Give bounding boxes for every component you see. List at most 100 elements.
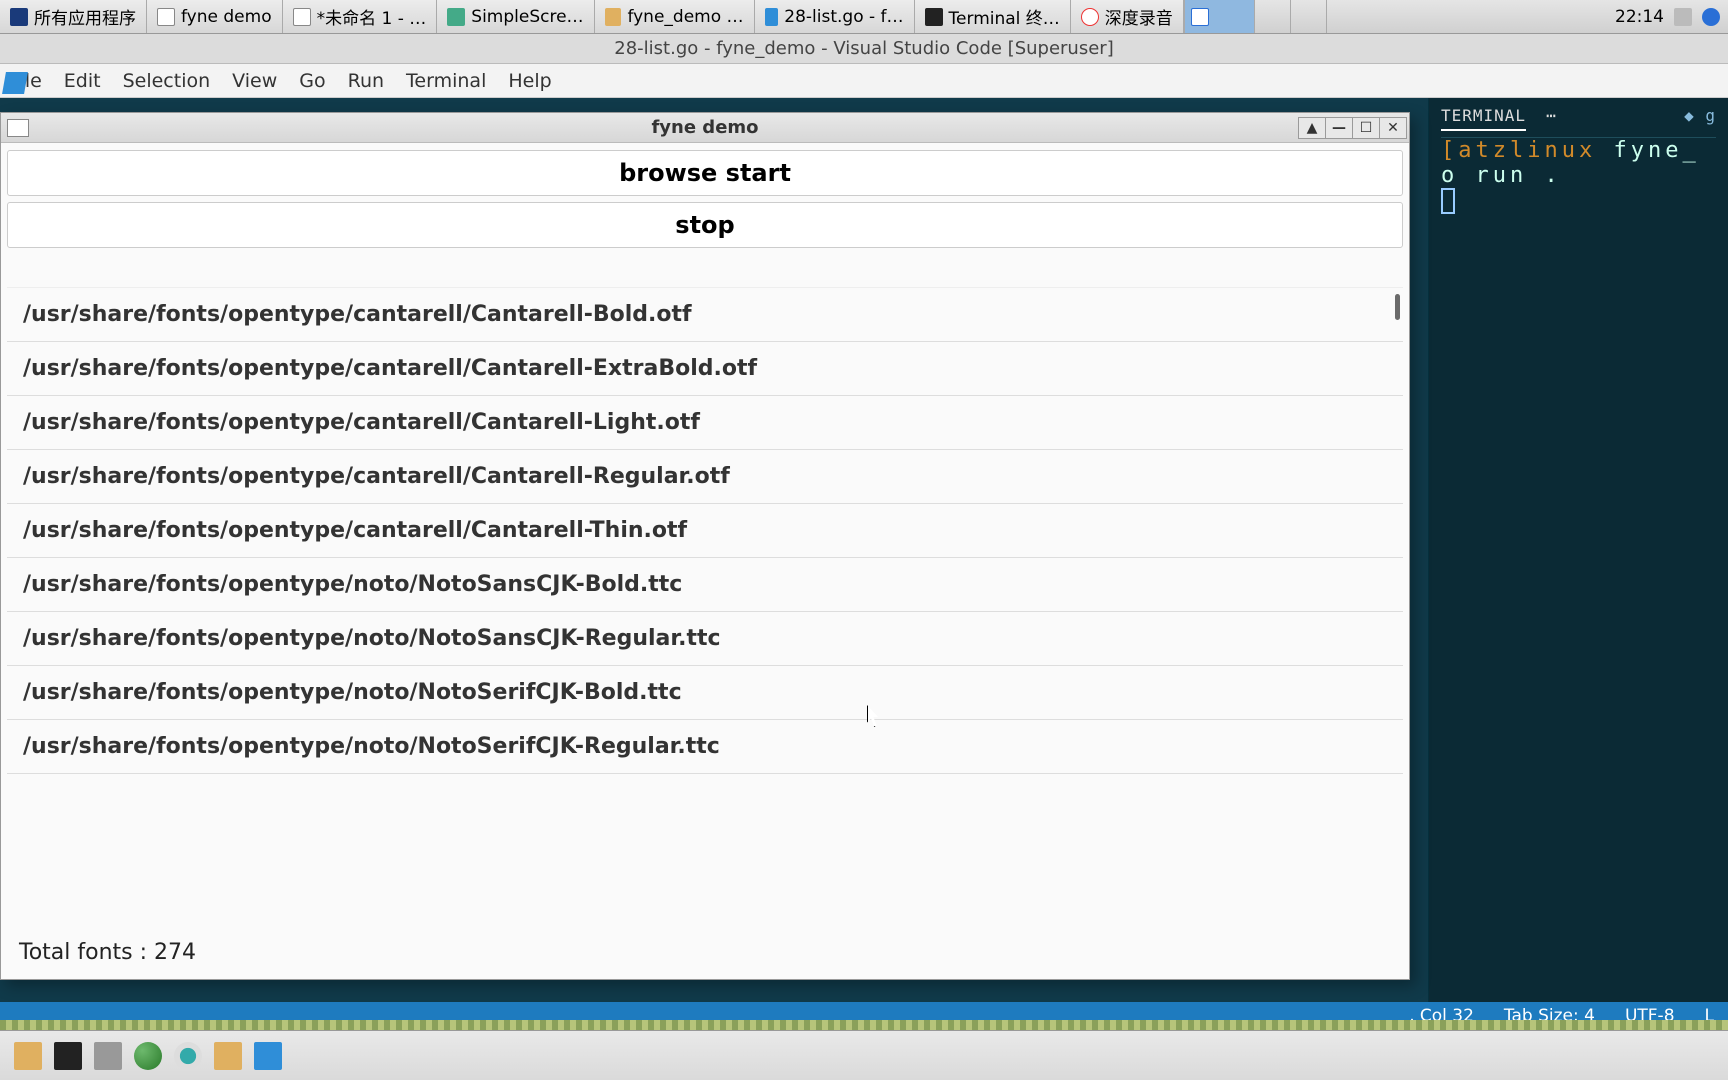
taskbar-terminal[interactable]: Terminal 终… [915, 0, 1071, 33]
maximize-button[interactable]: ☐ [1352, 117, 1380, 139]
font-path: /usr/share/fonts/opentype/cantarell/Cant… [23, 302, 692, 327]
pager-cell[interactable] [1254, 0, 1290, 33]
vscode-logo-icon [2, 72, 28, 94]
taskbar-all-apps[interactable]: 所有应用程序 [0, 0, 147, 33]
prompt-rest: fyne_ [1596, 138, 1699, 163]
folder-icon [605, 8, 622, 26]
record-icon [447, 8, 465, 26]
save-icon[interactable] [94, 1042, 122, 1070]
font-path: /usr/share/fonts/opentype/cantarell/Cant… [23, 518, 687, 543]
pager-cell[interactable] [1184, 0, 1254, 33]
folder-icon[interactable] [214, 1042, 242, 1070]
window-title: 28-list.go - fyne_demo - Visual Studio C… [614, 38, 1113, 59]
list-item[interactable]: /usr/share/fonts/opentype/noto/NotoSansC… [7, 612, 1403, 666]
menu-terminal[interactable]: Terminal [406, 70, 486, 92]
taskbar-label: SimpleScre… [471, 7, 583, 27]
clock[interactable]: 22:14 [1615, 7, 1664, 27]
minimize-button[interactable]: — [1325, 117, 1353, 139]
list-item[interactable]: /usr/share/fonts/opentype/noto/NotoSansC… [7, 558, 1403, 612]
terminal-icon[interactable] [54, 1042, 82, 1070]
prompt-bracket: [ [1441, 138, 1458, 163]
list-item[interactable]: /usr/share/fonts/opentype/cantarell/Cant… [7, 396, 1403, 450]
system-taskbar: 所有应用程序 fyne demo *未命名 1 - … SimpleScre… … [0, 0, 1728, 34]
taskbar-label: 28-list.go - f… [784, 7, 903, 27]
taskbar-vscode-file[interactable]: 28-list.go - f… [755, 0, 915, 33]
menu-run[interactable]: Run [348, 70, 384, 92]
prompt-text: o [1441, 163, 1476, 188]
list-item[interactable]: /usr/share/fonts/opentype/noto/NotoSerif… [7, 666, 1403, 720]
terminal-more-icon[interactable]: ⋯ [1546, 106, 1557, 131]
font-path: /usr/share/fonts/opentype/noto/NotoSerif… [23, 680, 682, 705]
font-path: /usr/share/fonts/opentype/noto/NotoSansC… [23, 626, 721, 651]
terminal-panel[interactable]: TERMINAL ⋯ ◆ g [atzlinux fyne_ o run . [1428, 98, 1728, 1002]
window-icon [7, 119, 29, 137]
taskbar-label: fyne_demo … [627, 7, 743, 27]
terminal-line: o run . [1441, 163, 1716, 188]
taskbar-label: 深度录音 [1105, 4, 1173, 29]
menu-selection[interactable]: Selection [123, 70, 211, 92]
taskbar-fyne-folder[interactable]: fyne_demo … [595, 0, 755, 33]
scrollbar-thumb[interactable] [1395, 294, 1400, 320]
footer-text: Total fonts : 274 [19, 940, 196, 965]
taskbar-spacer [1184, 0, 1607, 33]
window-thumb-icon [1191, 8, 1209, 26]
keyboard-icon[interactable] [1674, 8, 1692, 26]
terminal-tabs: TERMINAL ⋯ ◆ g [1441, 106, 1716, 138]
fyne-body: browse start stop /usr/share/fonts/opent… [1, 143, 1409, 979]
terminal-shell-icon[interactable]: ◆ g [1684, 106, 1716, 131]
font-path: /usr/share/fonts/opentype/noto/NotoSerif… [23, 734, 720, 759]
bluetooth-icon[interactable] [1702, 8, 1720, 26]
vscode-icon[interactable] [254, 1042, 282, 1070]
menu-help[interactable]: Help [508, 70, 551, 92]
taskbar-unnamed-doc[interactable]: *未命名 1 - … [283, 0, 438, 33]
fyne-title: fyne demo [651, 117, 758, 138]
terminal-tab[interactable]: TERMINAL [1441, 106, 1526, 131]
taskbar-label: fyne demo [181, 7, 272, 27]
stop-button[interactable]: stop [7, 202, 1403, 248]
total-fonts-label: Total fonts : 274 [7, 934, 1403, 975]
font-path: /usr/share/fonts/opentype/cantarell/Cant… [23, 356, 757, 381]
terminal-cursor [1441, 188, 1716, 220]
list-item[interactable]: /usr/share/fonts/opentype/cantarell/Cant… [7, 450, 1403, 504]
browse-start-button[interactable]: browse start [7, 150, 1403, 196]
prompt-cmd: run . [1476, 163, 1562, 188]
pager-cell[interactable] [1290, 0, 1326, 33]
font-path: /usr/share/fonts/opentype/cantarell/Cant… [23, 464, 730, 489]
taskbar-recorder[interactable]: 深度录音 [1071, 0, 1184, 33]
search-icon[interactable] [174, 1042, 202, 1070]
browser-icon[interactable] [134, 1042, 162, 1070]
vscode-icon [765, 8, 779, 26]
list-item[interactable]: /usr/share/fonts/opentype/cantarell/Cant… [7, 504, 1403, 558]
taskbar-label: 所有应用程序 [34, 4, 136, 29]
file-manager-icon[interactable] [14, 1042, 42, 1070]
shade-button[interactable]: ▲ [1298, 117, 1326, 139]
window-icon [157, 8, 175, 26]
bottom-dock [0, 1030, 1728, 1080]
pager-cell[interactable] [1326, 0, 1362, 33]
taskbar-fyne-demo[interactable]: fyne demo [147, 0, 283, 33]
prompt-user: atzlinux [1458, 138, 1596, 163]
system-tray: 22:14 [1607, 0, 1728, 33]
fyne-titlebar[interactable]: fyne demo ▲ — ☐ ✕ [1, 113, 1409, 143]
menu-view[interactable]: View [232, 70, 277, 92]
font-list[interactable]: /usr/share/fonts/opentype/cantarell/Cant… [7, 287, 1403, 934]
vscode-menubar: File Edit Selection View Go Run Terminal… [0, 64, 1728, 98]
font-path: /usr/share/fonts/opentype/noto/NotoSansC… [23, 572, 682, 597]
menu-go[interactable]: Go [299, 70, 325, 92]
kicker-icon [10, 8, 28, 26]
window-controls: ▲ — ☐ ✕ [1299, 117, 1407, 139]
close-button[interactable]: ✕ [1379, 117, 1407, 139]
taskbar-simplescreen[interactable]: SimpleScre… [437, 0, 594, 33]
list-item[interactable]: /usr/share/fonts/opentype/cantarell/Cant… [7, 342, 1403, 396]
list-item[interactable]: /usr/share/fonts/opentype/cantarell/Cant… [7, 288, 1403, 342]
menu-edit[interactable]: Edit [64, 70, 101, 92]
record-icon [1081, 8, 1099, 26]
taskbar-label: Terminal 终… [949, 4, 1060, 29]
taskbar-label: *未命名 1 - … [317, 4, 427, 29]
terminal-icon [925, 8, 943, 26]
vscode-titlebar: 28-list.go - fyne_demo - Visual Studio C… [0, 34, 1728, 64]
document-icon [293, 8, 311, 26]
list-item[interactable]: /usr/share/fonts/opentype/noto/NotoSerif… [7, 720, 1403, 774]
fyne-demo-window: fyne demo ▲ — ☐ ✕ browse start stop /usr… [0, 112, 1410, 980]
font-path: /usr/share/fonts/opentype/cantarell/Cant… [23, 410, 700, 435]
